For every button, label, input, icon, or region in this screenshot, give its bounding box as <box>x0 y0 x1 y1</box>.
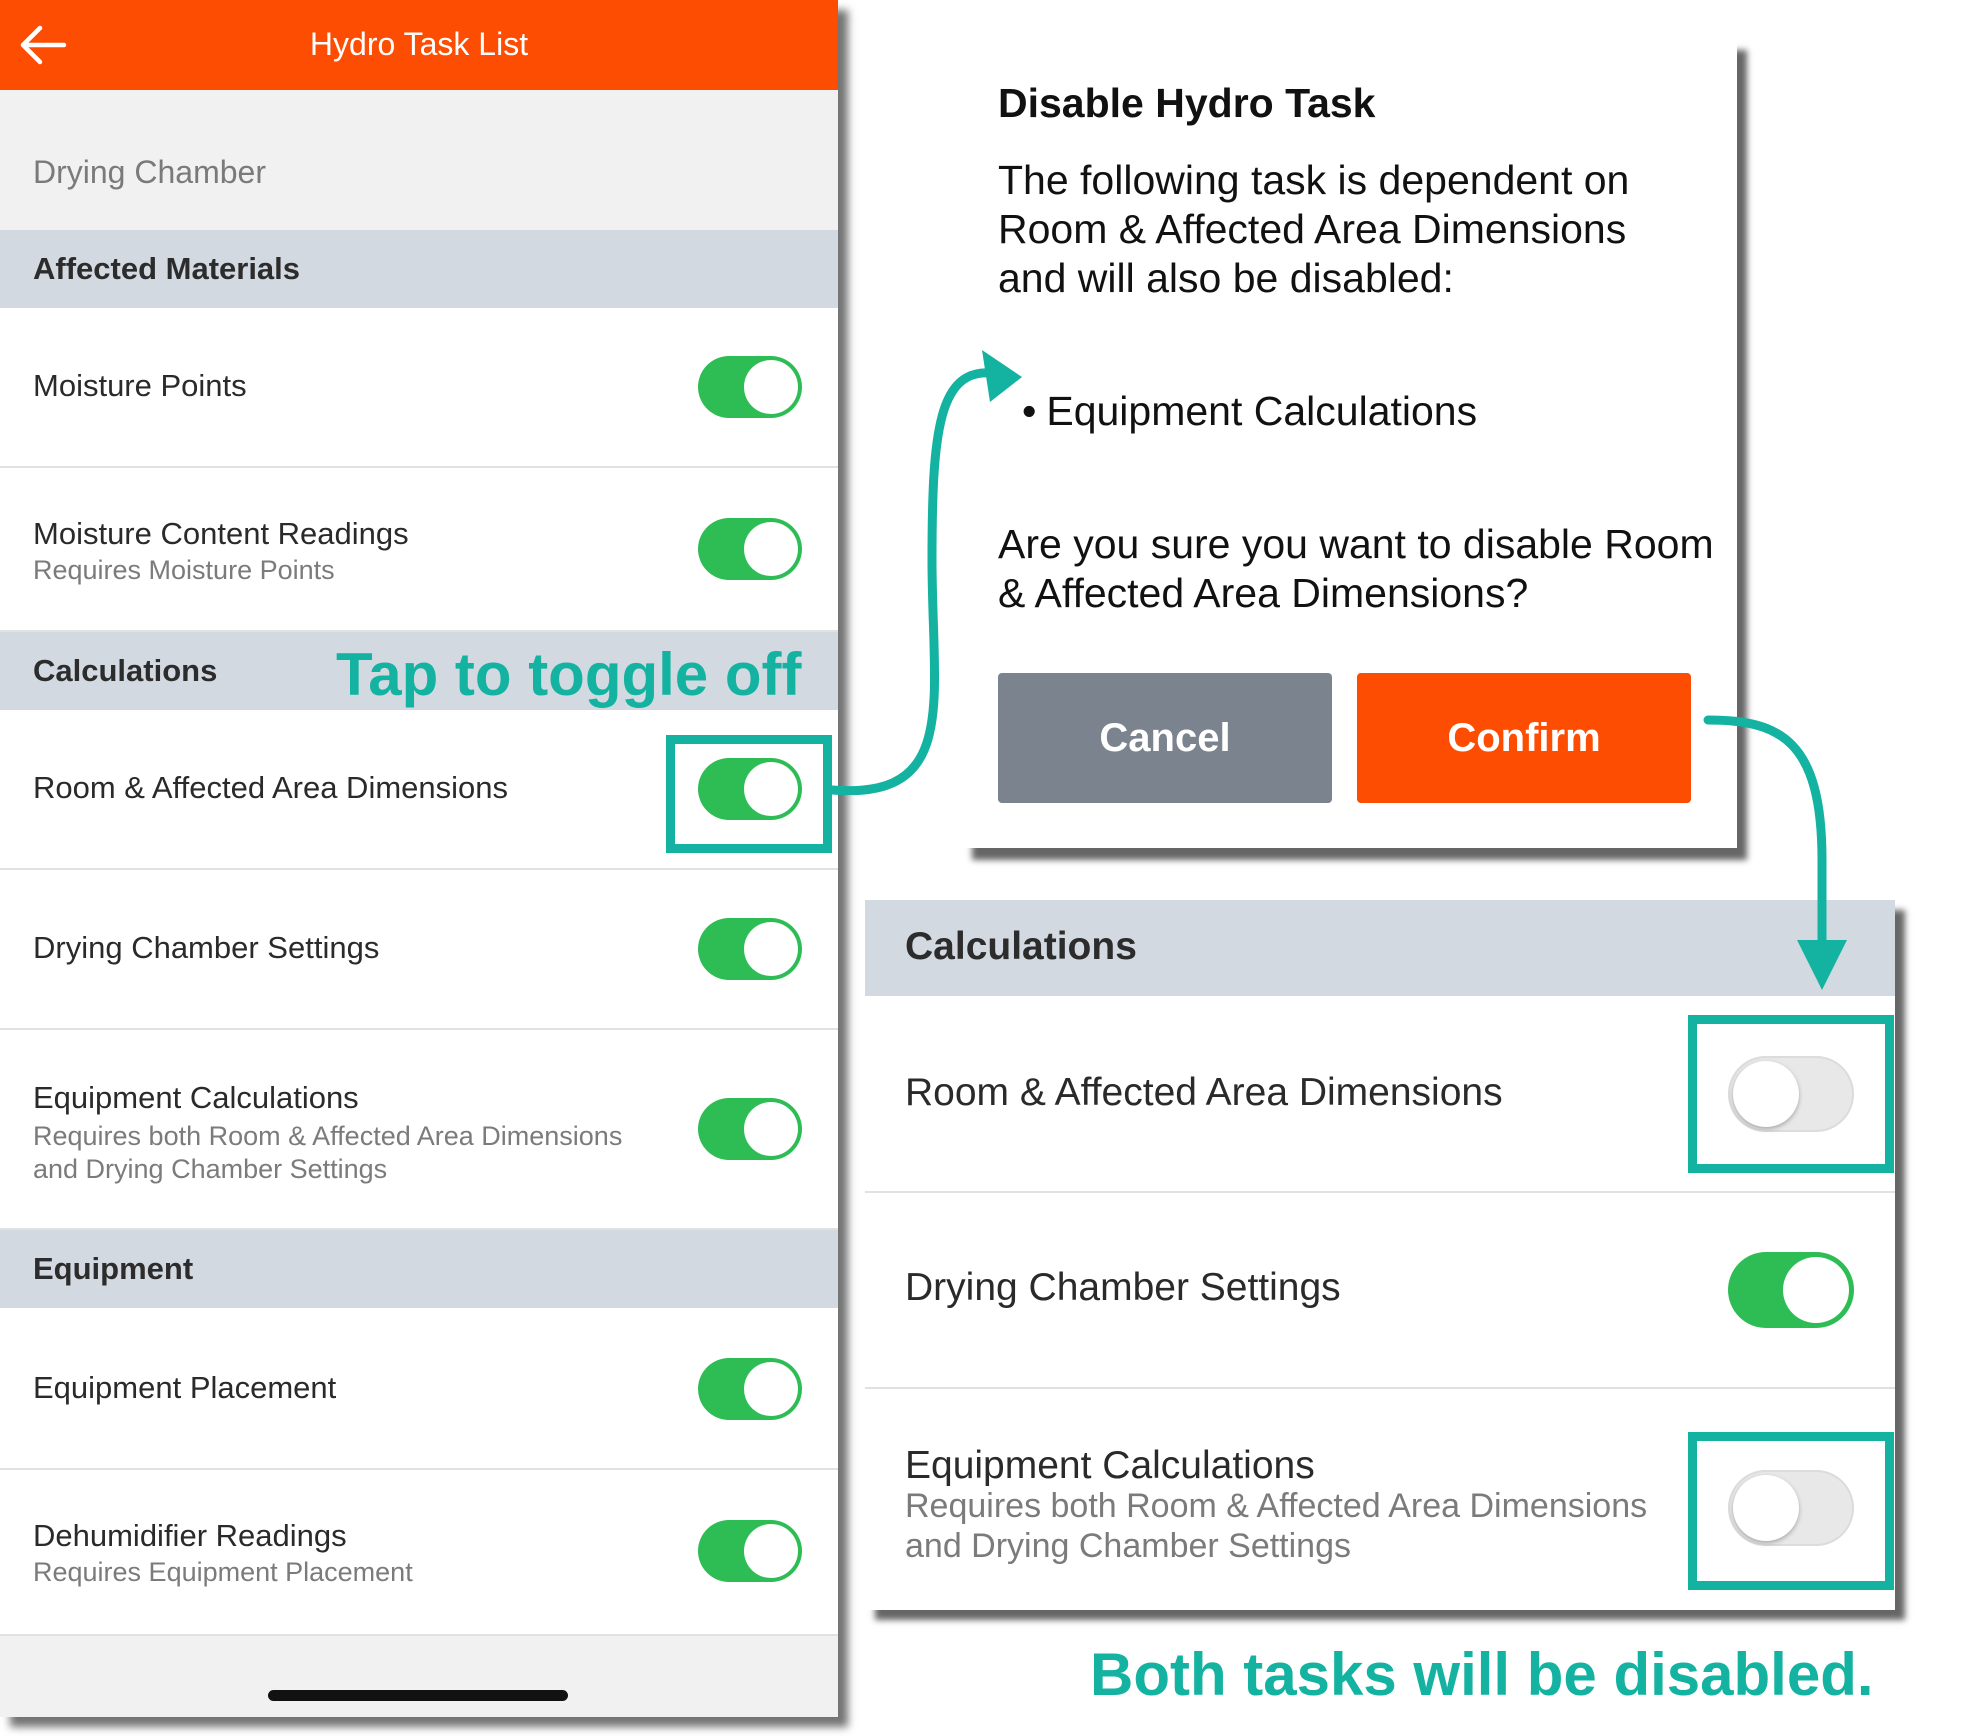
arrow-to-result-icon <box>1703 715 1827 955</box>
connector-arrows <box>827 350 1847 990</box>
arrowhead-result-icon <box>1797 940 1847 990</box>
arrowhead-dialog-icon <box>982 350 1022 402</box>
arrow-to-dialog-icon <box>827 368 1010 796</box>
